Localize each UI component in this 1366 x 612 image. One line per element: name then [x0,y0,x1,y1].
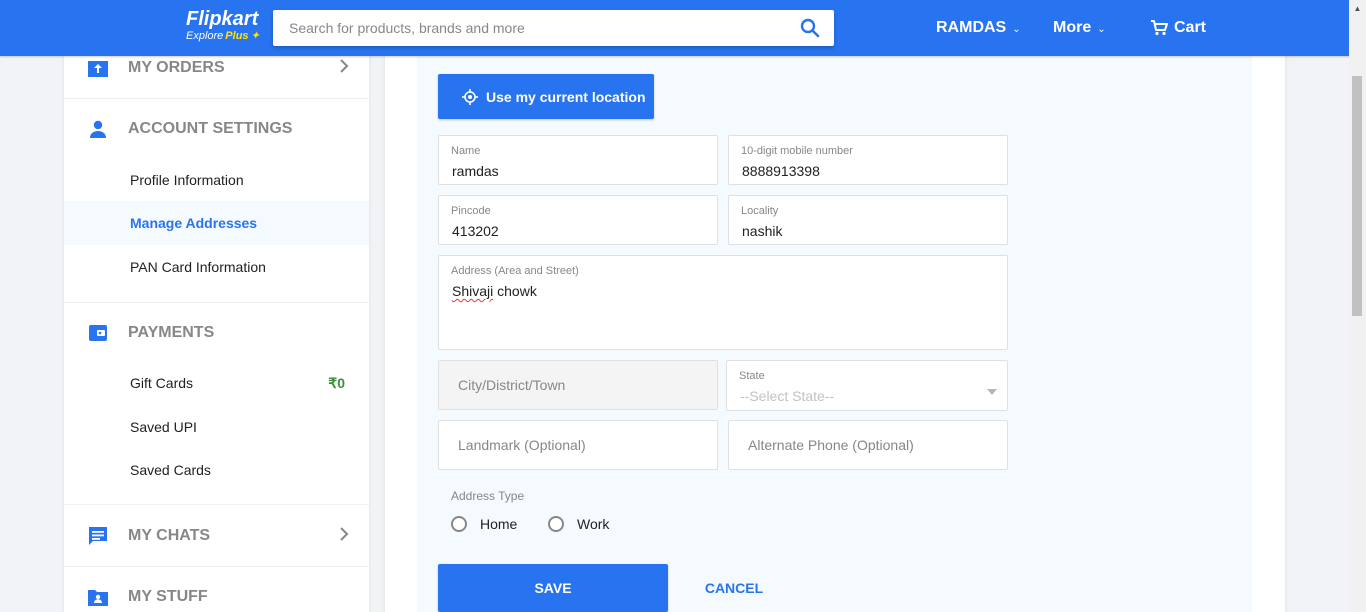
sidebar-label-orders: MY ORDERS [128,59,225,76]
pincode-label: Pincode [451,205,491,217]
logo-text: Flipkart [186,8,259,30]
name-label: Name [451,145,481,157]
location-target-icon [462,88,478,105]
mobile-label: 10-digit mobile number [741,145,853,157]
search-input[interactable] [273,10,786,46]
sidebar-account-settings: ACCOUNT SETTINGS [64,100,369,158]
address-type-work-radio[interactable]: Work [548,516,609,532]
chevron-right-icon [339,526,349,546]
use-location-label: Use my current location [486,88,646,105]
pincode-field[interactable]: Pincode 413202 [438,195,718,245]
address-word-rest: chowk [493,283,537,299]
radio-circle-icon [451,516,467,532]
sidebar-item-saved-cards[interactable]: Saved Cards [64,448,369,492]
sidebar-item-saved-upi[interactable]: Saved UPI [64,405,369,449]
divider [64,504,369,505]
user-menu[interactable]: RAMDAS ⌄ [936,0,1021,56]
cart-icon [1151,20,1168,36]
cart-label: Cart [1174,19,1207,36]
radio-circle-icon [548,516,564,532]
city-placeholder: City/District/Town [458,377,566,393]
flipkart-logo[interactable]: Flipkart Explore Plus ✦ [186,8,260,42]
chevron-down-icon: ⌄ [1012,23,1021,35]
sidebar-label-payments: PAYMENTS [128,324,215,341]
chevron-right-icon [339,58,349,78]
pincode-value: 413202 [452,223,499,239]
locality-label: Locality [741,205,779,217]
cancel-button[interactable]: CANCEL [690,564,778,612]
logo-sub-explore: Explore [186,30,224,42]
work-label: Work [577,516,610,532]
alternate-phone-field[interactable]: Alternate Phone (Optional) [728,420,1008,470]
divider [64,566,369,567]
alternate-phone-placeholder: Alternate Phone (Optional) [748,437,914,453]
logo-sub-plus: Plus [225,30,249,42]
sidebar-label-stuff: MY STUFF [128,588,208,605]
sidebar-label-account-settings: ACCOUNT SETTINGS [128,120,293,137]
city-field: City/District/Town [438,360,718,410]
folder-icon [88,587,108,607]
address-textarea[interactable]: Address (Area and Street) Shivaji chowk [438,255,1008,350]
chat-icon [88,526,108,546]
locality-field[interactable]: Locality nashik [728,195,1008,245]
address-word-spellcheck: Shivaji [452,283,494,299]
name-field[interactable]: Name ramdas [438,135,718,185]
more-label: More [1053,19,1092,36]
account-sidebar: MY ORDERS ACCOUNT SETTINGS Profile Infor… [64,42,369,612]
address-type-home-radio[interactable]: Home [451,516,517,532]
divider [64,302,369,303]
sidebar-my-chats[interactable]: MY CHATS [64,507,369,565]
landmark-placeholder: Landmark (Optional) [458,437,586,453]
state-placeholder: --Select State-- [740,388,835,404]
plus-icon: ✦ [250,30,260,42]
page-scrollbar[interactable]: ▲ [1349,0,1366,612]
name-value: ramdas [452,163,499,179]
wallet-icon [88,323,108,343]
sidebar-my-stuff[interactable]: MY STUFF [64,568,369,612]
use-current-location-button[interactable]: Use my current location [438,74,654,119]
gift-card-balance: ₹0 [328,374,345,391]
home-label: Home [480,516,518,532]
address-type-label: Address Type [451,489,525,503]
sidebar-item-gift-cards[interactable]: Gift Cards ₹0 [64,361,369,405]
scroll-thumb[interactable] [1352,76,1362,316]
sidebar-label-chats: MY CHATS [128,527,211,544]
sidebar-item-manage-addresses[interactable]: Manage Addresses [64,201,369,245]
save-button[interactable]: SAVE [438,564,668,612]
person-icon [88,119,108,139]
search-button[interactable] [786,10,834,46]
search-bar [273,10,834,46]
state-select[interactable]: State --Select State-- [726,360,1008,411]
divider [64,98,369,99]
logo-subtitle: Explore Plus ✦ [186,30,260,42]
more-menu[interactable]: More ⌄ [1053,0,1106,56]
sidebar-item-pan-card-information[interactable]: PAN Card Information [64,245,369,289]
top-header: Flipkart Explore Plus ✦ RAMDAS ⌄ More ⌄ … [0,0,1366,56]
user-name: RAMDAS [936,19,1007,36]
orders-icon [88,58,108,78]
dropdown-arrow-icon [987,389,997,395]
sidebar-payments: PAYMENTS [64,304,369,362]
scroll-up-icon[interactable]: ▲ [1349,0,1366,17]
address-value: Shivaji chowk [452,283,537,299]
mobile-value: 8888913398 [742,163,820,179]
gift-cards-label: Gift Cards [130,375,194,391]
state-label: State [739,370,765,382]
sidebar-item-profile-information[interactable]: Profile Information [64,158,369,202]
address-label: Address (Area and Street) [451,265,579,277]
locality-value: nashik [742,223,783,239]
search-icon [800,18,820,38]
mobile-number-field[interactable]: 10-digit mobile number 8888913398 [728,135,1008,185]
cart-button[interactable]: Cart [1150,0,1206,56]
landmark-field[interactable]: Landmark (Optional) [438,420,718,470]
chevron-down-icon: ⌄ [1097,23,1106,35]
